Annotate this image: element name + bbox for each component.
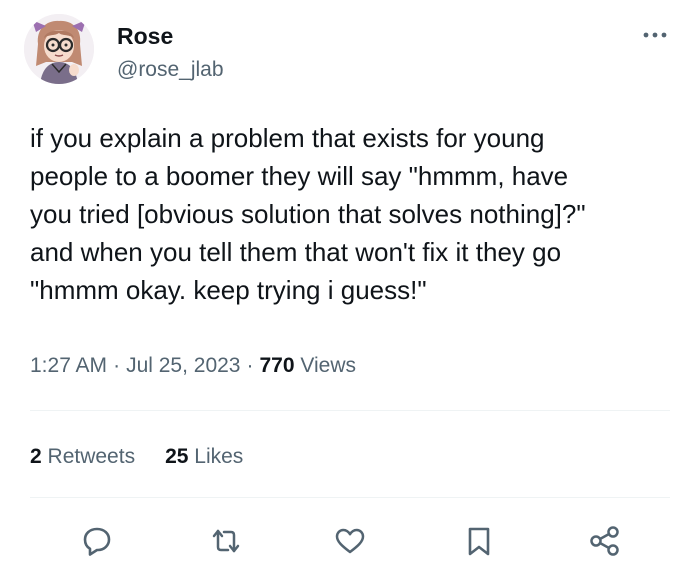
more-horizontal-icon[interactable]	[638, 24, 672, 46]
likes-stat[interactable]: 25 Likes	[165, 445, 243, 468]
tweet-text: if you explain a problem that exists for…	[30, 123, 586, 305]
tweet-card: Rose @rose_jlab if you explain a problem…	[0, 0, 700, 572]
bookmark-icon[interactable]	[459, 521, 499, 561]
engagement-stats: 2 Retweets 25 Likes	[30, 443, 243, 471]
reply-bubble-icon[interactable]	[77, 521, 117, 561]
separator-dot: ·	[113, 354, 121, 377]
share-icon[interactable]	[585, 521, 625, 561]
tweet-date[interactable]: Jul 25, 2023	[126, 354, 240, 377]
retweets-count: 2	[30, 445, 42, 468]
user-handle[interactable]: @rose_jlab	[117, 57, 224, 83]
heart-icon[interactable]	[330, 521, 370, 561]
divider	[30, 410, 670, 411]
likes-count: 25	[165, 445, 189, 468]
retweets-label: Retweets	[47, 445, 136, 468]
divider	[30, 497, 670, 498]
avatar[interactable]	[24, 14, 94, 84]
avatar-illustration	[24, 14, 94, 84]
tweet-meta: 1:27 AM · Jul 25, 2023 · 770 Views	[30, 352, 356, 380]
views-label: Views	[300, 354, 357, 377]
views-count: 770	[259, 354, 295, 377]
separator-dot: ·	[246, 354, 254, 377]
retweets-stat[interactable]: 2 Retweets	[30, 445, 135, 468]
tweet-time[interactable]: 1:27 AM	[30, 354, 107, 377]
display-name[interactable]: Rose	[117, 22, 173, 50]
likes-label: Likes	[194, 445, 244, 468]
retweet-icon[interactable]	[206, 521, 246, 561]
